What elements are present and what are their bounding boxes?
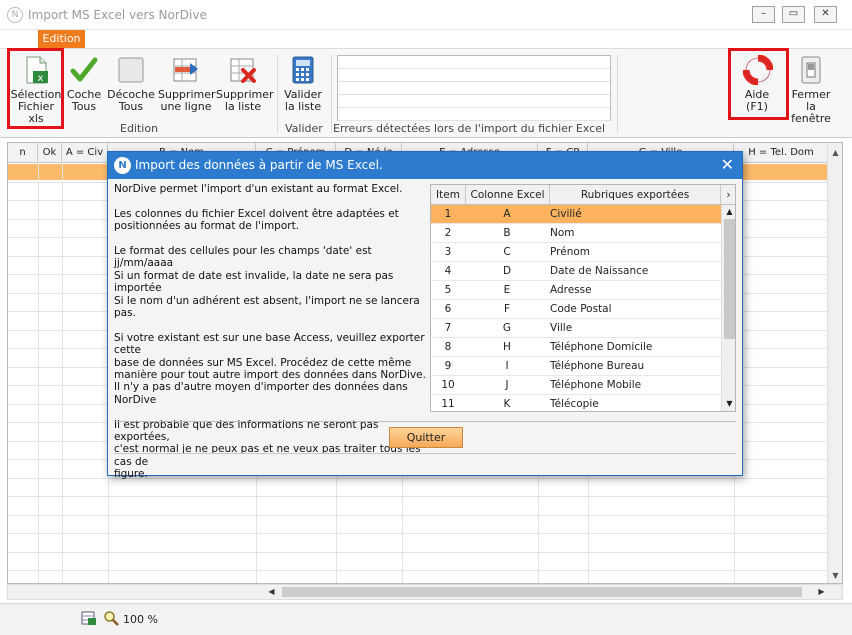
status-bar: 100 % [0, 603, 852, 635]
table-row[interactable]: 8 H Téléphone Domicile [431, 338, 721, 357]
table-row[interactable]: 7 G Ville [431, 319, 721, 338]
dialog-divider [114, 421, 736, 422]
tab-edition[interactable]: Edition [38, 30, 85, 48]
empty-checkbox-icon [117, 55, 145, 85]
delete-list-button[interactable]: Supprimer la liste [216, 55, 274, 113]
group-label-edition: Edition [120, 122, 159, 135]
ribbon-separator [331, 55, 332, 133]
instruction-paragraph: NorDive permet l'import d'un existant au… [114, 183, 403, 195]
uncheck-all-label-2: Tous [118, 100, 144, 113]
column-header[interactable]: A = Civ [62, 143, 108, 163]
excel-status-icon[interactable] [81, 610, 97, 626]
grid-vertical-scrollbar[interactable]: ▲ ▼ [827, 143, 842, 583]
table-row[interactable]: 3 C Prénom [431, 243, 721, 262]
group-label-errors: Erreurs détectées lors de l'import du fi… [333, 122, 606, 135]
check-all-button[interactable]: Coche Tous [64, 55, 104, 113]
ribbon: x Sélection Fichier xls Coche Tous Décoc… [0, 48, 852, 138]
validate-list-label-2: la liste [284, 100, 322, 113]
delete-row-button[interactable]: Supprimer une ligne [158, 55, 216, 113]
mapping-table-scrollbar[interactable]: ▲ ▼ [721, 205, 735, 411]
check-all-label-2: Tous [71, 100, 97, 113]
table-row[interactable]: 2 B Nom [431, 224, 721, 243]
scrollbar-thumb[interactable] [282, 587, 802, 597]
scroll-left-arrow-icon[interactable]: ◀ [264, 585, 279, 599]
table-row[interactable]: 5 E Adresse [431, 281, 721, 300]
validate-calculator-icon [289, 55, 317, 85]
ribbon-separator [617, 55, 618, 133]
quit-button[interactable]: Quitter [389, 427, 463, 448]
table-row[interactable]: 11 K Télécopie [431, 395, 721, 411]
scrollbar-thumb[interactable] [724, 219, 735, 339]
header-scroll-arrow-icon[interactable]: › [721, 185, 735, 205]
table-row[interactable]: 4 D Date de Naissance [431, 262, 721, 281]
column-header[interactable]: Ok [38, 143, 62, 163]
import-info-dialog: N Import des données à partir de MS Exce… [107, 151, 743, 480]
highlight-box [7, 48, 64, 129]
table-row[interactable]: 1 A Civilié [431, 205, 721, 224]
dialog-titlebar: N Import des données à partir de MS Exce… [108, 152, 742, 179]
instruction-paragraph: Si votre existant est sur une base Acces… [114, 331, 426, 406]
zoom-level: 100 % [123, 613, 158, 626]
instruction-paragraph: Les colonnes du fichier Excel doivent êt… [114, 207, 399, 233]
table-row[interactable]: 10 J Téléphone Mobile [431, 376, 721, 395]
dialog-title: Import des données à partir de MS Excel. [135, 158, 383, 172]
restore-button[interactable]: ▭ [782, 6, 805, 23]
uncheck-all-button[interactable]: Décoche Tous [106, 55, 156, 113]
window-title: Import MS Excel vers NorDive [28, 8, 207, 22]
validate-list-button[interactable]: Valider la liste [281, 55, 325, 113]
scroll-down-arrow-icon[interactable]: ▼ [722, 397, 735, 411]
delete-list-icon [229, 55, 257, 85]
column-header[interactable]: n [8, 143, 38, 163]
close-window-label-2: la fenêtre [791, 100, 831, 125]
minimize-button[interactable]: – [752, 6, 775, 23]
ribbon-separator [277, 55, 278, 133]
dialog-instructions: NorDive permet l'import d'un existant au… [114, 183, 429, 493]
column-header[interactable]: Rubriques exportées [550, 185, 721, 205]
group-label-valider: Valider [285, 122, 323, 135]
close-window-ribbon-button[interactable]: Fermer la fenêtre [786, 55, 836, 125]
grid-horizontal-scrollbar[interactable]: ◀ ▶ [7, 584, 843, 600]
nordive-logo-icon: N [114, 157, 131, 174]
close-window-button[interactable]: ✕ [814, 6, 837, 23]
mapping-table-header: Item Colonne Excel Rubriques exportées › [431, 185, 735, 205]
column-header[interactable]: Colonne Excel [466, 185, 550, 205]
column-mapping-table[interactable]: Item Colonne Excel Rubriques exportées ›… [430, 184, 736, 412]
dialog-divider [114, 453, 736, 454]
scroll-up-arrow-icon[interactable]: ▲ [722, 205, 735, 219]
table-row[interactable]: 6 F Code Postal [431, 300, 721, 319]
checkmark-icon [70, 55, 98, 85]
column-header[interactable]: Item [431, 185, 466, 205]
delete-row-label-2: une ligne [160, 100, 212, 113]
table-row[interactable]: 9 I Téléphone Bureau [431, 357, 721, 376]
window-titlebar: N Import MS Excel vers NorDive – ▭ ✕ [0, 0, 852, 30]
switch-icon [797, 55, 825, 85]
app-logo-icon: N [7, 7, 23, 23]
instruction-paragraph: Il est probable que des informations ne … [114, 418, 421, 481]
instruction-paragraph: Le format des cellules pour les champs '… [114, 245, 420, 320]
scroll-right-arrow-icon[interactable]: ▶ [814, 585, 829, 599]
column-header[interactable]: H = Tel. Dom [734, 143, 829, 163]
scroll-down-arrow-icon[interactable]: ▼ [828, 568, 842, 583]
delete-row-icon [172, 55, 200, 85]
error-list-panel[interactable] [337, 55, 611, 121]
dialog-close-icon[interactable]: ✕ [721, 155, 734, 174]
zoom-magnifier-icon[interactable] [103, 610, 119, 626]
delete-list-label-2: la liste [224, 100, 262, 113]
highlight-box [728, 48, 789, 120]
scroll-up-arrow-icon[interactable]: ▲ [828, 145, 842, 160]
